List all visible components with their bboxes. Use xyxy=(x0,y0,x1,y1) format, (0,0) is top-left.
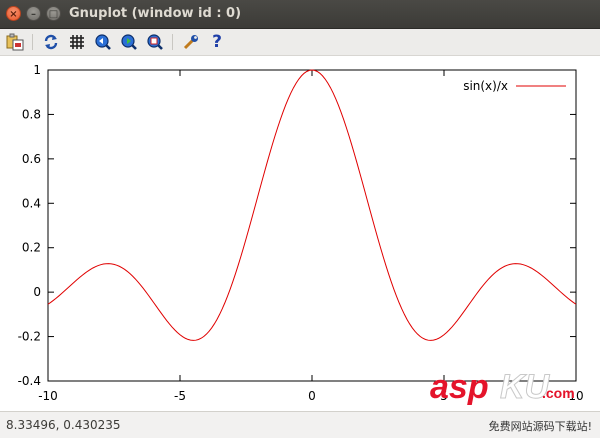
cursor-coordinates: 8.33496, 0.430235 xyxy=(6,418,121,432)
y-tick-label: 1 xyxy=(33,63,41,77)
y-tick-label: 0.4 xyxy=(22,196,41,210)
zoom-previous-button[interactable] xyxy=(92,31,114,53)
series-line xyxy=(47,69,577,341)
grid-icon xyxy=(70,35,84,49)
y-tick-label: 0.6 xyxy=(22,152,41,166)
plot-canvas[interactable]: -10 -5 0 5 10 -0.4 -0.2 0 0.2 0.4 0.6 0.8 1 sin(x)/x… xyxy=(0,56,600,411)
watermark-brand-suffix: .com xyxy=(542,385,575,401)
toolbar: ? xyxy=(0,29,600,56)
y-tick-label: -0.2 xyxy=(18,330,41,344)
y-tick-label: 0.8 xyxy=(22,107,41,121)
y-tick-label: 0.2 xyxy=(22,241,41,255)
copy-to-clipboard-button[interactable] xyxy=(4,31,26,53)
replot-button[interactable] xyxy=(40,31,62,53)
zoom-next-button[interactable] xyxy=(118,31,140,53)
grid-button[interactable] xyxy=(66,31,88,53)
x-tick-label: -5 xyxy=(174,389,186,403)
replot-icon xyxy=(44,34,58,50)
window-close-button[interactable]: × xyxy=(6,6,21,21)
toolbar-separator xyxy=(172,34,173,50)
zoom-autoscale-button[interactable] xyxy=(144,31,166,53)
status-bar: 8.33496, 0.430235 免费网站源码下载站! xyxy=(0,411,600,438)
copy-to-clipboard-icon xyxy=(6,33,24,51)
zoom-next-icon xyxy=(121,34,137,50)
window-titlebar[interactable]: × – □ Gnuplot (window id : 0) xyxy=(0,0,600,29)
x-tick-label: -10 xyxy=(38,389,58,403)
asp-ku-watermark: asp KU .com xyxy=(430,368,575,407)
toolbar-separator xyxy=(32,34,33,50)
sinc-line-chart[interactable]: -10 -5 0 5 10-0.4-0.200.20.40.60.81 sin(x)/x… xyxy=(0,56,600,411)
zoom-autoscale-icon xyxy=(147,34,163,50)
window-maximize-button[interactable]: □ xyxy=(46,6,61,21)
configuration-icon xyxy=(183,35,198,50)
window-minimize-button[interactable]: – xyxy=(26,6,41,21)
plot-border xyxy=(47,69,577,382)
watermark-brand-main: asp xyxy=(430,368,489,406)
y-tick-label: 0 xyxy=(33,285,41,299)
help-icon: ? xyxy=(212,32,222,52)
watermark-subtitle: 免费网站源码下载站! xyxy=(488,420,592,433)
help-button[interactable]: ? xyxy=(206,31,228,53)
configuration-button[interactable] xyxy=(180,31,202,53)
window-title: Gnuplot (window id : 0) xyxy=(69,6,242,21)
y-tick-label: -0.4 xyxy=(18,374,41,388)
zoom-previous-icon xyxy=(95,34,111,50)
legend-label: sin(x)/x xyxy=(463,79,508,93)
x-tick-label: 0 xyxy=(308,389,316,403)
